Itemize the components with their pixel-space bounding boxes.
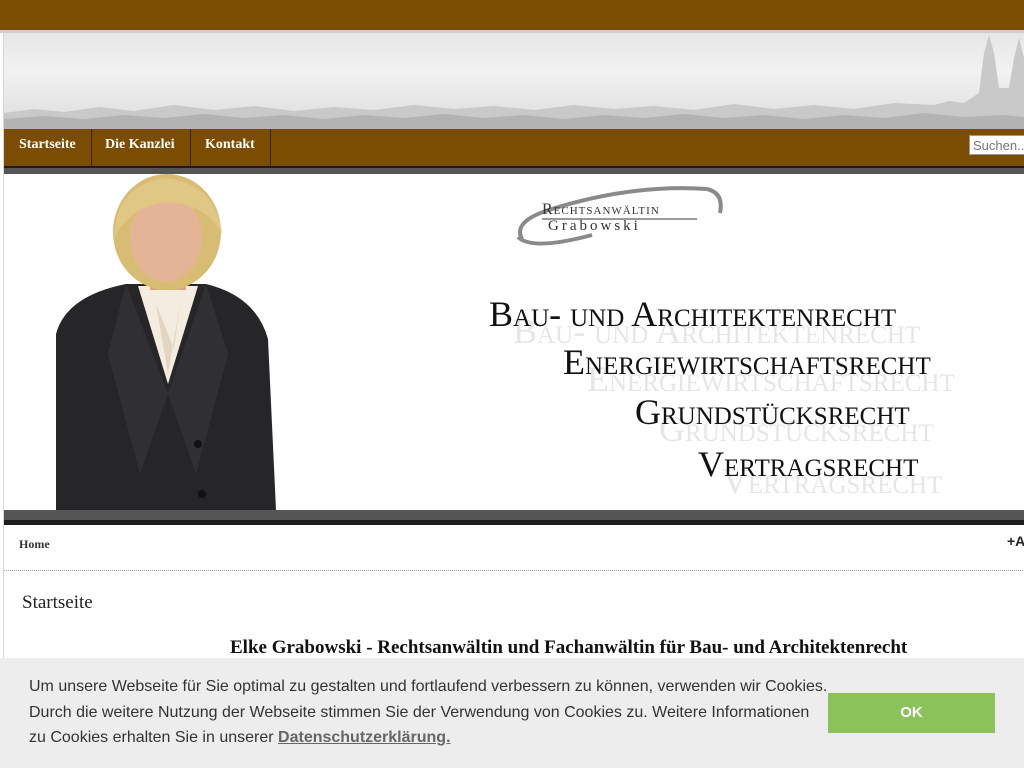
- font-size-increase-icon[interactable]: +A: [1007, 533, 1024, 549]
- nav-item-die-kanzlei[interactable]: Die Kanzlei: [90, 129, 191, 166]
- firm-logo: Rechtsanwältin Grabowski: [512, 179, 727, 254]
- banner-bottom-border: [4, 510, 1024, 525]
- logo-name: Grabowski: [548, 218, 641, 234]
- intro-heading: Elke Grabowski - Rechtsanwältin und Fach…: [230, 637, 908, 658]
- main-navigation: Startseite Die Kanzlei Kontakt: [4, 129, 1024, 166]
- page-title: Startseite: [22, 592, 93, 613]
- lawyer-portrait: [56, 174, 276, 510]
- cookie-message: Um unsere Webseite für Sie optimal zu ge…: [29, 674, 829, 751]
- hero-banner: Rechtsanwältin Grabowski Bau- und Archit…: [4, 174, 1024, 510]
- breadcrumb-divider: [4, 570, 1024, 571]
- practice-area-bau-architektenrecht: Bau- und Architektenrecht: [489, 294, 897, 334]
- top-bar: [0, 0, 1024, 30]
- practice-area-vertragsrecht: Vertragsrecht: [698, 444, 919, 484]
- search-input[interactable]: [969, 135, 1024, 155]
- cookie-banner: Um unsere Webseite für Sie optimal zu ge…: [0, 658, 1024, 768]
- privacy-policy-link[interactable]: Datenschutzerklärung.: [278, 729, 450, 746]
- nav-bottom-border: [4, 166, 1024, 174]
- practice-area-energiewirtschaftsrecht: Energiewirtschaftsrecht: [563, 342, 931, 382]
- cookie-ok-button[interactable]: OK: [828, 693, 995, 733]
- practice-area-grundstuecksrecht: Grundstücksrecht: [635, 392, 910, 432]
- nav-item-kontakt[interactable]: Kontakt: [190, 129, 271, 166]
- skyline-header-image: [4, 33, 1024, 129]
- breadcrumb-home[interactable]: Home: [19, 537, 50, 552]
- nav-item-startseite[interactable]: Startseite: [4, 129, 92, 166]
- logo-title: Rechtsanwältin: [542, 201, 660, 218]
